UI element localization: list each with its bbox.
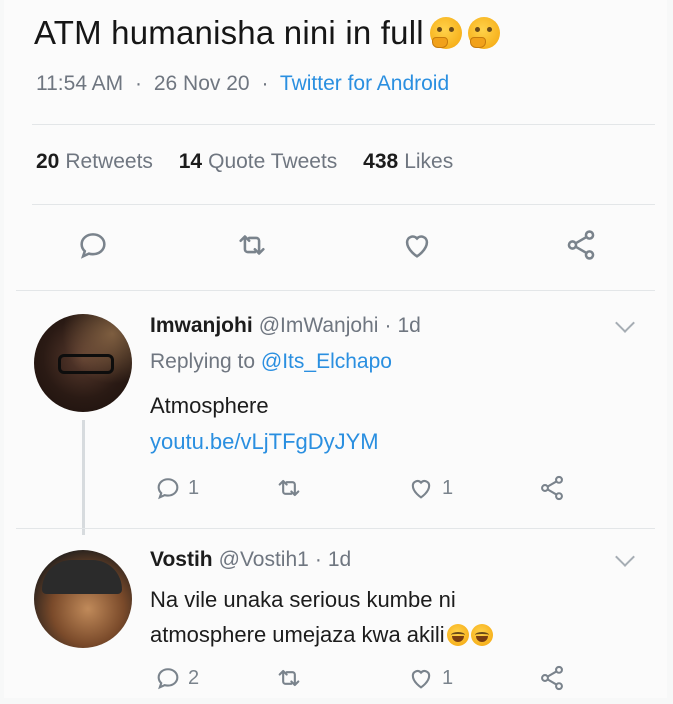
- reply-count: 2: [188, 666, 200, 689]
- retweets-label: Retweets: [65, 150, 153, 173]
- reply-icon: [157, 668, 179, 690]
- reply-action-bar: 1 1: [4, 474, 667, 514]
- reply-author-handle[interactable]: @ImWanjohi: [259, 314, 379, 337]
- reply-age: 1d: [397, 314, 421, 337]
- reply-button[interactable]: 1: [154, 474, 199, 502]
- thinking-face-emoji-icon: [467, 17, 500, 49]
- avatar-glasses: [58, 354, 114, 374]
- tweet-date: 26 Nov 20: [153, 72, 250, 95]
- reply-age: 1d: [327, 548, 352, 571]
- avatar[interactable]: [34, 550, 132, 648]
- heart-icon: [411, 670, 431, 689]
- chevron-down-icon[interactable]: [615, 313, 635, 333]
- replying-to-prefix: Replying to: [150, 350, 256, 373]
- likes-label: Likes: [404, 150, 454, 173]
- likes-stat[interactable]: 438 Likes: [363, 150, 453, 173]
- tweet-detail-view: ATM humanisha nini in full 11:54 AM · 26…: [4, 0, 667, 698]
- quotes-count: 14: [178, 150, 203, 173]
- tweet-action-bar: [4, 228, 667, 268]
- reply-link[interactable]: youtu.be/vLjTFgDyJYM: [150, 424, 379, 459]
- like-count: 1: [442, 666, 454, 689]
- tweet-meta: 11:54 AM · 26 Nov 20 · Twitter for Andro…: [36, 72, 449, 96]
- retweets-count: 20: [36, 150, 60, 173]
- tears-of-joy-emoji-icon: [470, 624, 493, 646]
- reply-icon: [157, 478, 179, 500]
- retweets-stat[interactable]: 20 Retweets: [36, 150, 159, 173]
- share-icon: [541, 475, 563, 501]
- divider: [32, 124, 655, 125]
- share-button[interactable]: [538, 664, 566, 692]
- tweet-text-content: ATM humanisha nini in full: [34, 14, 424, 51]
- replying-to: Replying to @Its_Elchapo: [150, 350, 392, 374]
- tweet-source-link[interactable]: Twitter for Android: [280, 72, 449, 95]
- reply-icon: [80, 233, 106, 259]
- avatar[interactable]: [34, 314, 132, 412]
- tweet-text: ATM humanisha nini in full: [34, 14, 500, 52]
- divider: [16, 528, 655, 529]
- retweet-icon: [278, 669, 300, 687]
- reply-button[interactable]: 2: [154, 664, 199, 692]
- likes-count: 438: [363, 150, 399, 173]
- reply-action-bar: 2 1: [4, 664, 667, 704]
- meta-separator: ·: [314, 548, 322, 571]
- reply-author-handle[interactable]: @Vostih1: [219, 548, 309, 571]
- reply-text-line-content: atmosphere umejaza kwa akili: [150, 622, 445, 647]
- like-button[interactable]: 1: [406, 474, 453, 502]
- thinking-face-emoji-icon: [429, 17, 462, 49]
- like-button[interactable]: 1: [406, 664, 453, 692]
- divider: [32, 204, 655, 205]
- reply-count: 1: [188, 476, 200, 499]
- chevron-down-icon[interactable]: [615, 547, 635, 567]
- reply-header: Imwanjohi @ImWanjohi · 1d: [150, 314, 421, 338]
- reply-header: Vostih @Vostih1 · 1d: [150, 548, 351, 572]
- meta-separator: ·: [135, 72, 143, 95]
- like-button[interactable]: [399, 228, 435, 262]
- tweet-time: 11:54 AM: [36, 72, 124, 95]
- retweet-icon: [239, 235, 265, 255]
- like-count: 1: [442, 476, 454, 499]
- share-icon: [567, 230, 595, 260]
- reply-author-name[interactable]: Vostih: [150, 548, 213, 571]
- replying-to-handle[interactable]: @Its_Elchapo: [261, 350, 392, 373]
- retweet-button[interactable]: [234, 228, 270, 262]
- quotes-label: Quote Tweets: [208, 150, 338, 173]
- meta-separator: ·: [261, 72, 269, 95]
- meta-separator: ·: [384, 314, 392, 337]
- tweet-stats: 20 Retweets 14 Quote Tweets 438 Likes: [36, 150, 473, 174]
- reply-author-name[interactable]: Imwanjohi: [150, 314, 253, 337]
- heart-icon: [405, 235, 429, 258]
- retweet-button[interactable]: [274, 664, 304, 692]
- retweet-button[interactable]: [274, 474, 304, 502]
- reply-button[interactable]: [76, 228, 110, 262]
- share-button[interactable]: [538, 474, 566, 502]
- reply-text: Atmosphere: [150, 393, 269, 418]
- share-button[interactable]: [564, 228, 598, 262]
- quote-tweets-stat[interactable]: 14 Quote Tweets: [179, 150, 343, 173]
- retweet-icon: [278, 479, 300, 497]
- heart-icon: [411, 480, 431, 499]
- share-icon: [541, 665, 563, 691]
- reply-text-line: Na vile unaka serious kumbe ni: [150, 587, 456, 612]
- tears-of-joy-emoji-icon: [446, 624, 469, 646]
- avatar-cap: [42, 560, 122, 594]
- reply-text-line: atmosphere umejaza kwa akili: [150, 617, 493, 652]
- divider: [16, 290, 655, 291]
